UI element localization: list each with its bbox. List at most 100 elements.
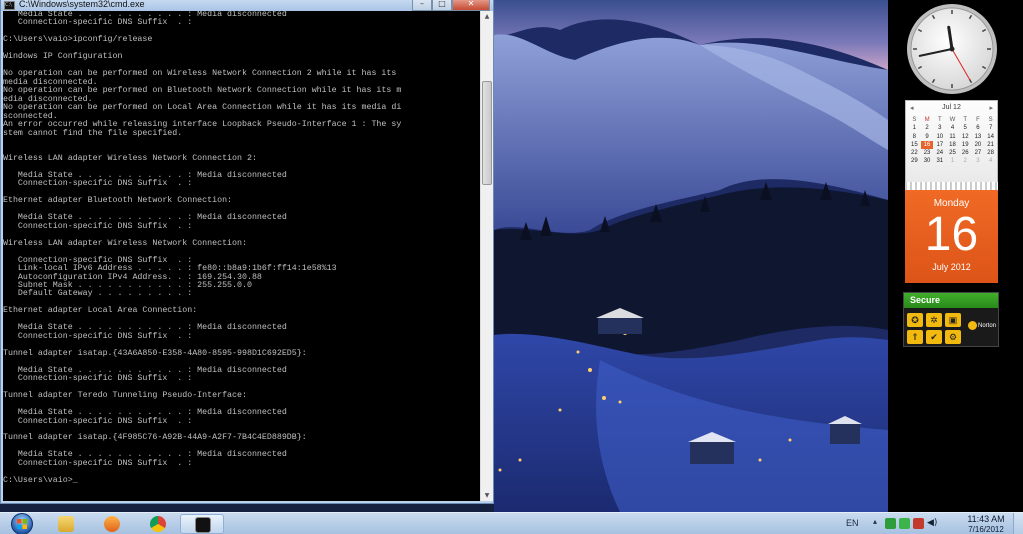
- calendar-day[interactable]: 1: [946, 157, 959, 165]
- calendar-grid: S M T W T F S 1 2 3 4 5 6 7 8 9 10 11 12 13 14 15 16 17 18 19 20 21…: [908, 116, 997, 166]
- console-line: Ethernet adapter Local Area Connection:: [3, 306, 198, 316]
- calendar-next-button[interactable]: ▸: [989, 104, 993, 112]
- calendar-day[interactable]: 14: [984, 133, 997, 141]
- norton-tray-icon[interactable]: [899, 518, 910, 529]
- calendar-day[interactable]: 3: [972, 157, 985, 165]
- calendar-gadget[interactable]: ◂ Jul 12 ▸ S M T W T F S 1 2 3 4 5 6 7 8 9 10 11 12 13 14 15 1…: [905, 100, 998, 283]
- console-line: C:\Users\vaio>ipconfig/release: [3, 35, 153, 45]
- calendar-day[interactable]: 11: [946, 133, 959, 141]
- calendar-header: ◂ Jul 12 ▸: [906, 104, 997, 114]
- calendar-weekday-header: S: [988, 117, 993, 123]
- settings-icon[interactable]: ✲: [926, 313, 942, 327]
- scroll-down-icon[interactable]: ▼: [481, 490, 493, 501]
- console-line: stem cannot find the file specified.: [3, 128, 183, 138]
- clock-gadget[interactable]: [905, 2, 999, 96]
- calendar-weekday-header: M: [924, 117, 930, 123]
- clock-time: 11:43 AM: [967, 514, 1005, 524]
- calendar-day[interactable]: 17: [933, 141, 946, 149]
- norton-logo: Norton: [968, 321, 996, 330]
- calendar-day[interactable]: 2: [921, 124, 934, 132]
- scan-icon[interactable]: ⚙: [945, 330, 961, 344]
- calendar-day[interactable]: 15: [908, 141, 921, 149]
- console-line: Wireless LAN adapter Wireless Network Co…: [3, 153, 257, 163]
- norton-gadget[interactable]: Secure ✪ ✲ ▣ ⇑ ✔ ⚙ Norton: [903, 292, 999, 347]
- console-line: Default Gateway . . . . . . . . . :: [3, 289, 193, 299]
- console-line: Connection-specific DNS Suffix . :: [3, 331, 193, 341]
- console-line: Tunnel adapter isatap.{4F985C76-A92B-44A…: [3, 433, 307, 443]
- taskbar-clock[interactable]: 11:43 AM 7/16/2012: [961, 514, 1011, 534]
- calendar-month-view: ◂ Jul 12 ▸ S M T W T F S 1 2 3 4 5 6 7 8 9 10 11 12 13 14 15 1…: [905, 100, 998, 185]
- language-indicator[interactable]: EN: [846, 518, 859, 528]
- console-scrollbar[interactable]: ▲ ▼: [480, 11, 493, 501]
- power-icon[interactable]: [913, 518, 924, 529]
- calendar-day[interactable]: 10: [933, 133, 946, 141]
- norton-brand-text: Norton: [978, 323, 997, 330]
- start-button[interactable]: [7, 513, 37, 534]
- calendar-day[interactable]: 29: [908, 157, 921, 165]
- shield-icon[interactable]: ✪: [907, 313, 923, 327]
- calendar-weekday-header: W: [949, 117, 956, 123]
- console-line: C:\Users\vaio>_: [3, 475, 78, 485]
- calendar-day[interactable]: 4: [984, 157, 997, 165]
- maximize-button[interactable]: □: [432, 0, 452, 11]
- calendar-day[interactable]: 28: [984, 149, 997, 157]
- check-icon[interactable]: ✔: [926, 330, 942, 344]
- console-line: Tunnel adapter isatap.{43A6A850-E358-4A8…: [3, 348, 307, 358]
- calendar-day[interactable]: 23: [921, 149, 934, 157]
- system-tray: EN ▴ ◀) 11:43 AM 7/16/2012: [823, 513, 1023, 534]
- scroll-up-icon[interactable]: ▲: [481, 11, 493, 22]
- taskbar-explorer[interactable]: [44, 514, 88, 534]
- calendar-day[interactable]: 25: [946, 149, 959, 157]
- console-line: Connection-specific DNS Suffix . :: [3, 221, 193, 231]
- volume-icon[interactable]: ◀): [927, 518, 938, 529]
- calendar-weekday-header: T: [963, 117, 968, 123]
- windows-logo-icon: [11, 513, 33, 534]
- calendar-day[interactable]: 9: [921, 133, 934, 141]
- console-output[interactable]: Media State . . . . . . . . . . . : Medi…: [3, 11, 480, 501]
- calendar-day[interactable]: 12: [959, 133, 972, 141]
- network-icon[interactable]: [885, 518, 896, 529]
- scrollbar-thumb[interactable]: [482, 81, 492, 185]
- calendar-day[interactable]: 3: [933, 124, 946, 132]
- calendar-day[interactable]: 26: [959, 149, 972, 157]
- lock-icon[interactable]: ▣: [945, 313, 961, 327]
- taskbar-media-player[interactable]: [90, 514, 134, 534]
- cmd-window[interactable]: C:\ C:\Windows\system32\cmd.exe – □ ✕ Me…: [0, 0, 494, 504]
- cmd-titlebar[interactable]: C:\ C:\Windows\system32\cmd.exe – □ ✕: [1, 0, 493, 11]
- clock-face-icon: [907, 4, 997, 94]
- update-icon[interactable]: ⇑: [907, 330, 923, 344]
- calendar-day-number: 16: [924, 208, 979, 261]
- calendar-day[interactable]: 8: [908, 133, 921, 141]
- calendar-day[interactable]: 7: [984, 124, 997, 132]
- calendar-day[interactable]: 13: [972, 133, 985, 141]
- calendar-day[interactable]: 6: [972, 124, 985, 132]
- calendar-day[interactable]: 18: [946, 141, 959, 149]
- calendar-day[interactable]: 5: [959, 124, 972, 132]
- console-line: Connection-specific DNS Suffix . :: [3, 179, 193, 189]
- minimize-button[interactable]: –: [412, 0, 432, 11]
- taskbar-chrome[interactable]: [136, 514, 180, 534]
- calendar-day[interactable]: 21: [984, 141, 997, 149]
- close-button[interactable]: ✕: [452, 0, 490, 11]
- calendar-day[interactable]: 20: [972, 141, 985, 149]
- calendar-day[interactable]: 4: [946, 124, 959, 132]
- taskbar-cmd[interactable]: [180, 514, 224, 534]
- calendar-day[interactable]: 24: [933, 149, 946, 157]
- calendar-day[interactable]: 1: [908, 124, 921, 132]
- calendar-day[interactable]: 16: [920, 140, 934, 150]
- calendar-month-label: Jul 12: [942, 104, 961, 111]
- calendar-prev-button[interactable]: ◂: [910, 104, 914, 112]
- calendar-day[interactable]: 2: [959, 157, 972, 165]
- console-line: Tunnel adapter Teredo Tunneling Pseudo-I…: [3, 391, 247, 401]
- calendar-weekday-header: S: [912, 117, 917, 123]
- norton-icon-grid: ✪ ✲ ▣ ⇑ ✔ ⚙: [907, 313, 965, 344]
- calendar-binding: [905, 182, 998, 190]
- calendar-day[interactable]: 19: [959, 141, 972, 149]
- show-desktop-button[interactable]: [1013, 513, 1023, 534]
- calendar-weekday-header: F: [976, 117, 980, 123]
- calendar-day[interactable]: 22: [908, 149, 921, 157]
- calendar-day[interactable]: 31: [933, 157, 946, 165]
- calendar-day[interactable]: 30: [921, 157, 934, 165]
- show-hidden-icons-button[interactable]: ▴: [873, 517, 877, 526]
- calendar-day[interactable]: 27: [972, 149, 985, 157]
